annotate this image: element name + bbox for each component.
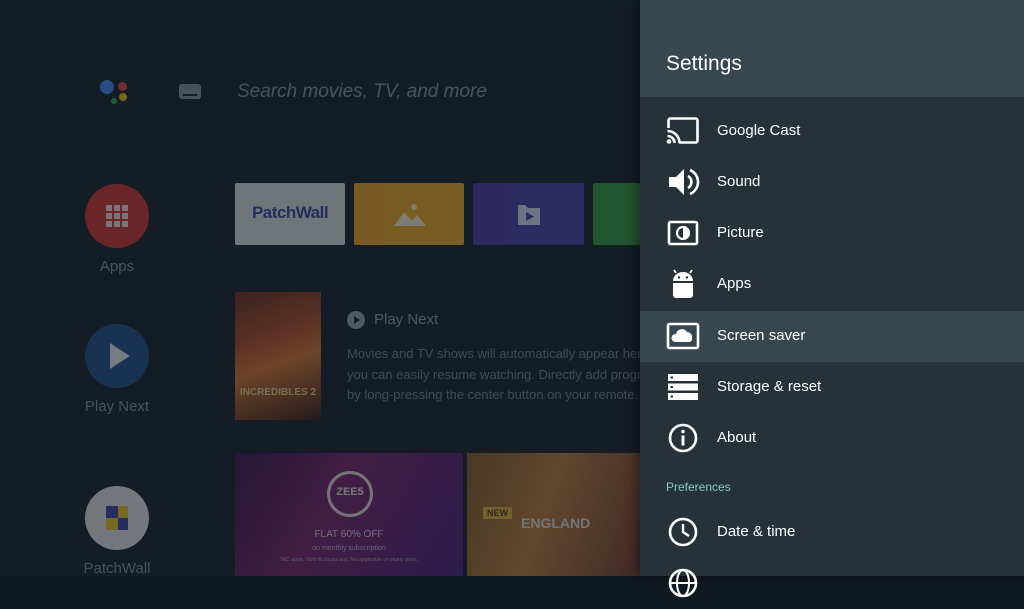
- settings-item-apps[interactable]: Apps: [640, 259, 1024, 310]
- banner-title: ENGLAND: [521, 515, 591, 531]
- settings-item-label: Storage & reset: [717, 378, 822, 395]
- settings-item-date-time[interactable]: Date & time: [640, 507, 1024, 558]
- tile-video[interactable]: [473, 183, 584, 245]
- settings-item-language[interactable]: [640, 558, 1024, 609]
- side-item-play-next[interactable]: Play Next: [72, 324, 162, 415]
- zee5-sub: on monthly subscription: [312, 545, 386, 552]
- settings-item-label: Google Cast: [717, 122, 801, 139]
- page-title: Settings: [666, 52, 742, 75]
- info-icon: [668, 423, 698, 453]
- side-item-apps[interactable]: Apps: [72, 184, 162, 275]
- banner-england[interactable]: NEW ENGLAND: [467, 453, 640, 576]
- settings-item-sound[interactable]: Sound: [640, 157, 1024, 208]
- banner-zee5[interactable]: ZEE5 FLAT 60% OFF on monthly subscriptio…: [235, 453, 463, 576]
- side-item-label: Play Next: [84, 398, 150, 415]
- cast-icon: [666, 117, 699, 145]
- play-next-title: Play Next: [374, 311, 439, 328]
- settings-item-label: Apps: [717, 275, 752, 292]
- settings-item-google-cast[interactable]: Google Cast: [640, 106, 1024, 157]
- play-next-poster[interactable]: INCREDIBLES 2: [235, 292, 321, 420]
- settings-item-label: Screen saver: [717, 327, 806, 344]
- settings-item-label: Picture: [717, 224, 764, 241]
- section-header-preferences: Preferences: [666, 480, 731, 494]
- keyboard-icon[interactable]: [179, 84, 201, 99]
- play-next-description: Movies and TV shows will automatically a…: [347, 344, 640, 406]
- banner-tag: NEW: [483, 507, 512, 519]
- side-item-label: PatchWall: [83, 560, 151, 577]
- settings-header: Settings: [640, 0, 1024, 97]
- poster-title: INCREDIBLES 2: [239, 387, 317, 398]
- play-next-icon: [347, 311, 365, 329]
- search-input[interactable]: Search movies, TV, and more: [237, 81, 487, 103]
- settings-panel: Settings Google Cast Sound Picture Apps …: [640, 0, 1024, 598]
- picture-icon: [667, 220, 699, 246]
- clock-icon: [668, 517, 698, 547]
- side-item-patchwall[interactable]: PatchWall: [72, 486, 162, 577]
- settings-item-storage-reset[interactable]: Storage & reset: [640, 362, 1024, 413]
- tile-green[interactable]: [593, 183, 640, 245]
- settings-item-label: Sound: [717, 173, 761, 190]
- image-icon: [394, 204, 426, 226]
- settings-item-screen-saver[interactable]: Screen saver: [640, 311, 1024, 362]
- zee5-fine-print: T&C apply. Valid till stocks last. Not a…: [279, 557, 419, 563]
- zee5-logo: ZEE5: [327, 471, 373, 517]
- apps-grid-icon: [85, 184, 149, 248]
- tile-patchwall[interactable]: PatchWall: [235, 183, 345, 245]
- android-icon: [673, 269, 693, 298]
- settings-item-label: About: [717, 429, 757, 446]
- settings-item-about[interactable]: About: [640, 413, 1024, 464]
- storage-icon: [668, 374, 698, 400]
- description-line: you can easily resume watching. Directly…: [347, 366, 640, 382]
- zee5-logo-text: ZEE5: [336, 486, 364, 498]
- side-item-label: Apps: [99, 258, 135, 275]
- description-line: by long-pressing the center button on yo…: [347, 387, 639, 402]
- play-icon: [85, 324, 149, 388]
- settings-item-label: Date & time: [717, 523, 796, 540]
- globe-icon: [668, 568, 698, 598]
- settings-item-picture[interactable]: Picture: [640, 208, 1024, 259]
- screen-saver-icon: [666, 322, 700, 350]
- zee5-offer: FLAT 60% OFF: [314, 529, 384, 540]
- video-icon: [518, 205, 540, 225]
- patchwall-icon: [85, 486, 149, 550]
- tile-label: PatchWall: [251, 203, 329, 222]
- volume-icon: [669, 168, 700, 196]
- description-line: Movies and TV shows will automatically a…: [347, 346, 640, 361]
- tile-gallery[interactable]: [354, 183, 464, 245]
- google-assistant-icon[interactable]: [98, 76, 134, 110]
